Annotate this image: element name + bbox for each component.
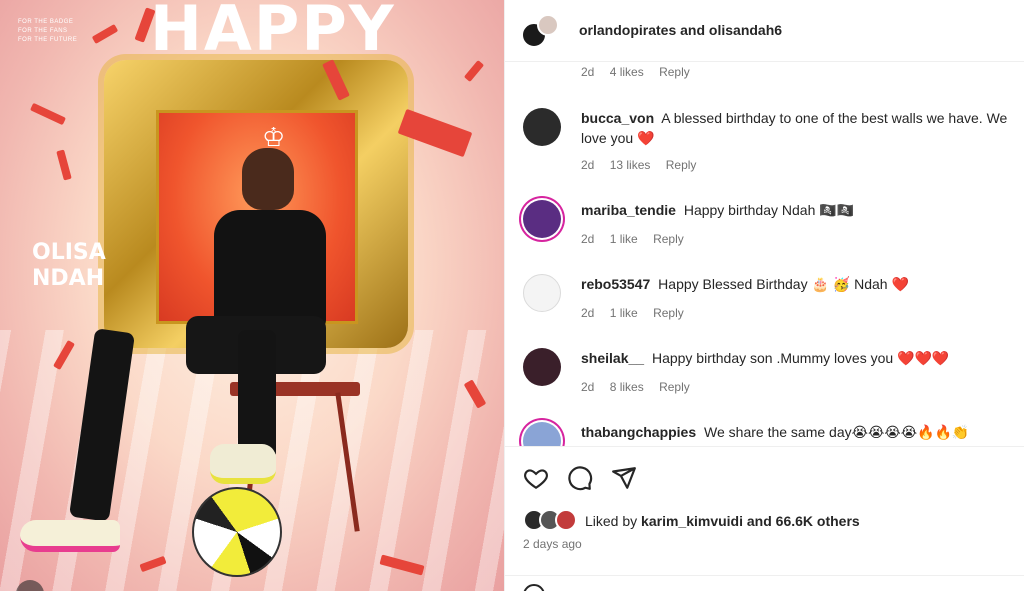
- comment-text: sheilak__ Happy birthday son .Mummy love…: [581, 348, 1021, 368]
- comment-likes[interactable]: 4 likes: [610, 65, 644, 79]
- collaborator-avatar[interactable]: [537, 14, 559, 36]
- likes-summary[interactable]: Liked by karim_kimvuidi and 66.6K others: [585, 513, 860, 529]
- comment-body: Happy birthday son .Mummy loves you: [651, 350, 894, 366]
- reply-button[interactable]: Reply: [653, 306, 684, 320]
- post-header: orlandopirates and olisandah6: [505, 0, 1024, 62]
- football: [192, 487, 282, 577]
- commenter-avatar[interactable]: [523, 348, 561, 386]
- previous-comment-meta: 2d 4 likes Reply: [581, 65, 702, 79]
- likes-prefix: Liked by: [585, 513, 638, 529]
- boot-left: [20, 520, 120, 552]
- post-sidebar: orlandopirates and olisandah6 2d 4 likes…: [504, 0, 1024, 591]
- commenter-username[interactable]: mariba_tendie: [581, 202, 676, 218]
- comment-body: We share the same day😭😭😭😭🔥🔥👏: [704, 424, 970, 440]
- post-authors: orlandopirates and olisandah6: [579, 22, 782, 38]
- comment-text: thabangchappies We share the same day😭😭😭…: [581, 422, 1021, 442]
- comment-emoji: 🏴‍☠️🏴‍☠️: [819, 202, 855, 218]
- confetti: [56, 149, 72, 181]
- player-name-line: OLISA: [32, 240, 106, 265]
- share-icon[interactable]: [611, 465, 637, 491]
- add-comment-bar[interactable]: [505, 575, 1024, 591]
- emoji-icon[interactable]: [523, 584, 545, 591]
- comment-meta: 2d 13 likes Reply: [581, 158, 708, 172]
- comment-time: 2d: [581, 306, 595, 320]
- player-jersey: [214, 210, 326, 330]
- comments-list[interactable]: 2d 4 likes Reply bucca_von A blessed bir…: [505, 62, 1024, 446]
- commenter-avatar[interactable]: [523, 274, 561, 312]
- tagline-line: FOR THE FANS: [18, 28, 68, 34]
- player-head: [242, 148, 294, 210]
- player-leg-right: [238, 330, 276, 460]
- confetti: [91, 24, 119, 44]
- authors-conjunction: and: [680, 22, 706, 38]
- reply-button[interactable]: Reply: [659, 65, 690, 79]
- reply-button[interactable]: Reply: [659, 380, 690, 394]
- comment-likes[interactable]: 13 likes: [610, 158, 651, 172]
- commenter-avatar[interactable]: [523, 422, 561, 446]
- comment-likes[interactable]: 1 like: [610, 232, 638, 246]
- post-image[interactable]: FOR THE BADGE FOR THE FANS FOR THE FUTUR…: [0, 0, 504, 591]
- collaborator-username[interactable]: olisandah6: [709, 22, 782, 38]
- comment-text: mariba_tendie Happy birthday Ndah 🏴‍☠️🏴‍…: [581, 200, 1021, 220]
- tagline-line: FOR THE FUTURE: [18, 37, 78, 43]
- image-tagline: FOR THE BADGE FOR THE FANS FOR THE FUTUR…: [18, 18, 77, 45]
- comment-time: 2d: [581, 232, 595, 246]
- heart-icon[interactable]: [523, 465, 549, 491]
- comment-time: 2d: [581, 158, 595, 172]
- liker-username[interactable]: karim_kimvuidi: [641, 513, 743, 529]
- comment-time: 2d: [581, 380, 595, 394]
- liker-avatar: [555, 509, 577, 531]
- comment-likes[interactable]: 8 likes: [610, 380, 644, 394]
- comment-meta: 2d 8 likes Reply: [581, 380, 702, 394]
- confetti: [29, 102, 67, 126]
- boot-right: [210, 444, 276, 484]
- image-headline: HAPPY: [150, 0, 396, 65]
- player-name-line: NDAH: [32, 266, 105, 291]
- commenter-avatar[interactable]: [523, 108, 561, 146]
- confetti: [397, 108, 473, 158]
- account-username[interactable]: orlandopirates: [579, 22, 676, 38]
- likers-avatars[interactable]: [523, 509, 583, 531]
- commenter-username[interactable]: bucca_von: [581, 110, 654, 126]
- comment-text: bucca_von A blessed birthday to one of t…: [581, 108, 1021, 148]
- commenter-avatar[interactable]: [523, 200, 561, 238]
- comment-emoji: ❤️❤️❤️: [897, 350, 950, 366]
- comment-text: rebo53547 Happy Blessed Birthday 🎂 🥳 Nda…: [581, 274, 1021, 294]
- comment-icon[interactable]: [567, 465, 593, 491]
- post-actions: Liked by karim_kimvuidi and 66.6K others…: [505, 446, 1024, 591]
- comment-meta: 2d 1 like Reply: [581, 232, 696, 246]
- commenter-username[interactable]: rebo53547: [581, 276, 650, 292]
- comment-time: 2d: [581, 65, 595, 79]
- comment-body: Happy birthday Ndah: [683, 202, 816, 218]
- comment-body: Happy Blessed Birthday 🎂 🥳 Ndah: [658, 276, 888, 292]
- comment-emoji: ❤️: [891, 276, 909, 292]
- reply-button[interactable]: Reply: [653, 232, 684, 246]
- commenter-username[interactable]: thabangchappies: [581, 424, 696, 440]
- post-timestamp: 2 days ago: [523, 537, 582, 551]
- likes-count[interactable]: and 66.6K others: [747, 513, 860, 529]
- comment-emoji: ❤️: [637, 130, 655, 146]
- commenter-username[interactable]: sheilak__: [581, 350, 644, 366]
- comment-meta: 2d 1 like Reply: [581, 306, 696, 320]
- player-name: OLISA NDAH: [32, 240, 106, 292]
- collab-avatars[interactable]: [521, 14, 563, 50]
- confetti: [463, 60, 485, 82]
- comment-likes[interactable]: 1 like: [610, 306, 638, 320]
- reply-button[interactable]: Reply: [666, 158, 697, 172]
- tagline-line: FOR THE BADGE: [18, 19, 74, 25]
